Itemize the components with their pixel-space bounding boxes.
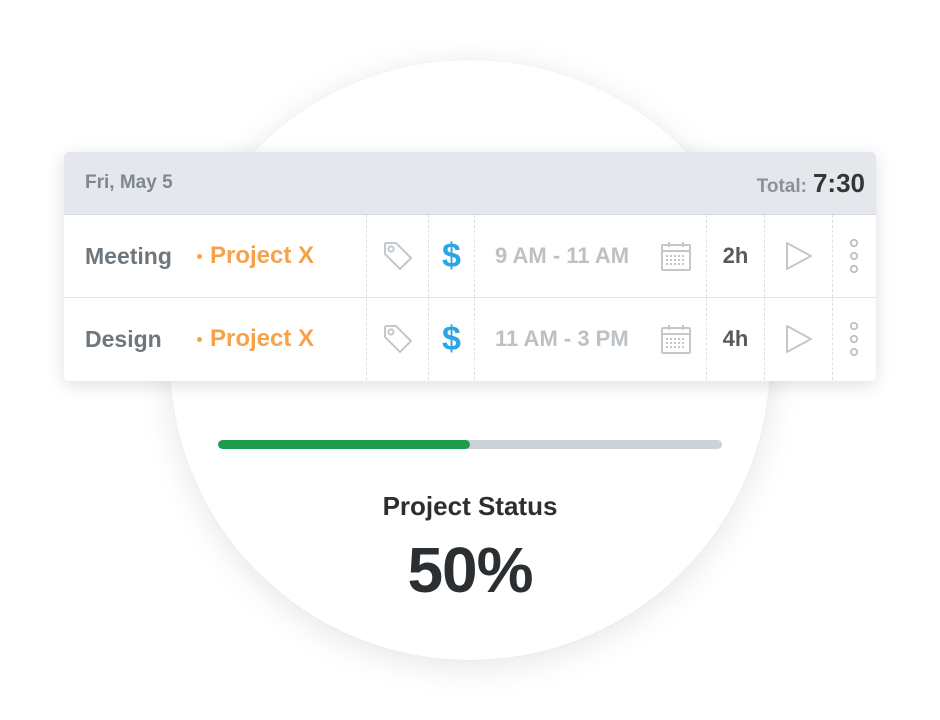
entry-description-cell[interactable]: Design Project X: [64, 298, 366, 380]
project-status-percent: 50%: [407, 534, 533, 606]
entry-time-range[interactable]: 9 AM - 11 AM: [495, 243, 629, 269]
tag-icon: [383, 325, 412, 353]
entry-project[interactable]: Project X: [197, 325, 314, 353]
dollar-icon: $: [442, 320, 461, 358]
billable-toggle[interactable]: $: [428, 215, 474, 297]
day-header: Fri, May 5 Total: 7:30: [64, 152, 876, 215]
stage: Fri, May 5 Total: 7:30 Meeting Project X: [0, 0, 940, 720]
entry-description[interactable]: Meeting: [85, 243, 197, 270]
tag-icon: [383, 242, 412, 270]
project-progress-bar: [218, 440, 722, 449]
time-entries-card: Fri, May 5 Total: 7:30 Meeting Project X: [64, 152, 876, 381]
tag-button[interactable]: [366, 298, 428, 380]
more-actions-button[interactable]: [832, 298, 874, 380]
play-icon: [785, 242, 812, 270]
entry-project-name: Project X: [210, 242, 315, 269]
more-actions-button[interactable]: [832, 215, 874, 297]
day-date: Fri, May 5: [85, 172, 173, 193]
entry-time-cell[interactable]: 11 AM - 3 PM: [474, 298, 706, 380]
calendar-icon[interactable]: [660, 323, 692, 355]
entry-duration-cell[interactable]: 4h: [706, 298, 764, 380]
project-color-dot: [197, 253, 202, 259]
time-entry-row[interactable]: Design Project X $ 11 AM - 3 PM 4h: [64, 298, 876, 380]
more-vertical-icon: [849, 321, 858, 356]
project-status-label: Project Status: [382, 491, 558, 521]
more-vertical-icon: [849, 238, 858, 273]
total-value: 7:30: [812, 167, 865, 198]
entry-description-cell[interactable]: Meeting Project X: [64, 215, 366, 297]
entry-project[interactable]: Project X: [197, 242, 314, 270]
continue-button[interactable]: [764, 215, 832, 297]
continue-button[interactable]: [764, 298, 832, 380]
project-progress-fill: [218, 440, 470, 449]
tag-button[interactable]: [366, 215, 428, 297]
calendar-icon[interactable]: [660, 240, 692, 272]
day-total: Total: 7:30: [757, 168, 865, 199]
entry-duration-cell[interactable]: 2h: [706, 215, 764, 297]
entry-duration[interactable]: 2h: [723, 243, 749, 269]
billable-toggle[interactable]: $: [428, 298, 474, 380]
entry-description[interactable]: Design: [85, 326, 197, 353]
total-label: Total:: [756, 175, 807, 197]
entry-project-name: Project X: [210, 325, 315, 352]
dollar-icon: $: [442, 237, 461, 275]
entry-time-cell[interactable]: 9 AM - 11 AM: [474, 215, 706, 297]
play-icon: [785, 325, 812, 353]
entry-duration[interactable]: 4h: [723, 326, 749, 352]
project-color-dot: [197, 336, 202, 342]
time-entry-row[interactable]: Meeting Project X $ 9 AM - 11 AM 2h: [64, 215, 876, 298]
entry-time-range[interactable]: 11 AM - 3 PM: [495, 326, 629, 352]
